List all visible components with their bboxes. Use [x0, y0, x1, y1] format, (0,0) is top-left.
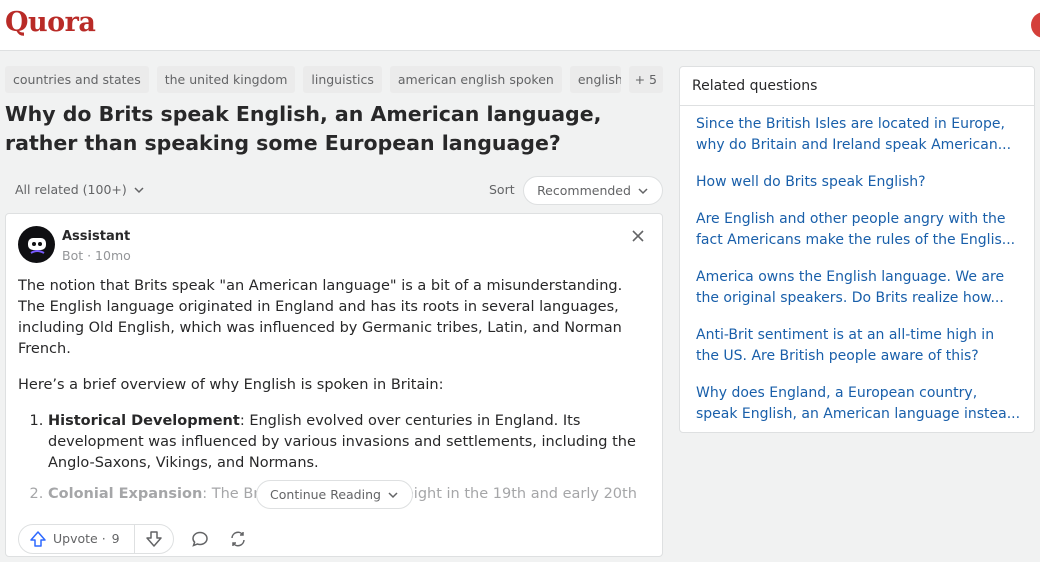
top-bar: Quora — [0, 0, 1040, 51]
sort-value: Recommended — [537, 183, 631, 198]
user-avatar[interactable] — [1031, 12, 1040, 38]
list-item-title: Colonial Expansion — [48, 486, 203, 501]
chevron-down-icon — [638, 187, 648, 194]
close-icon[interactable] — [630, 228, 646, 244]
related-question-link[interactable]: Why does England, a European country, spe… — [696, 383, 1022, 425]
list-item-title: Historical Development — [48, 413, 240, 429]
tag-more[interactable]: + 5 — [628, 66, 663, 93]
comment-icon — [191, 531, 208, 547]
related-question-line: why do Britain and Ireland speak America… — [696, 137, 1012, 153]
sort-dropdown[interactable]: Recommended — [523, 176, 663, 205]
tag-countries-and-states[interactable]: countries and states — [5, 66, 149, 93]
upvote-button[interactable]: Upvote · 9 — [19, 524, 135, 553]
related-question-link[interactable]: How well do Brits speak English? — [696, 172, 1022, 193]
tag-american-english-spoken[interactable]: american english spoken — [389, 66, 562, 93]
bot-icon[interactable] — [18, 226, 55, 263]
related-question-line: America owns the English language. We ar… — [696, 269, 1005, 285]
upvote-count: 9 — [111, 531, 120, 546]
related-question-line: the original speakers. Do Brits realize … — [696, 290, 1004, 306]
share-icon — [230, 531, 245, 546]
downvote-icon — [145, 530, 162, 547]
answer-paragraph: Here’s a brief overview of why English i… — [18, 377, 444, 393]
upvote-icon — [30, 530, 46, 547]
quora-logo[interactable]: Quora — [5, 7, 96, 38]
all-related-filter[interactable]: All related (100+) — [15, 182, 145, 197]
list-item: Historical Development: English evolved … — [48, 411, 648, 474]
chevron-down-icon — [388, 491, 398, 498]
answer-paragraph: The notion that Brits speak "an American… — [18, 278, 623, 357]
related-question-link[interactable]: America owns the English language. We ar… — [696, 267, 1022, 309]
tag-the-united-kingdom[interactable]: the united kingdom — [156, 66, 296, 93]
sort-label: Sort — [489, 182, 515, 197]
upvote-label: Upvote · — [53, 531, 106, 546]
topic-tags: countries and states the united kingdom … — [5, 66, 663, 93]
continue-reading-label: Continue Reading — [270, 487, 381, 502]
chevron-down-icon — [134, 186, 144, 193]
related-question-line: How well do Brits speak English? — [696, 174, 926, 190]
share-button[interactable] — [226, 527, 250, 551]
related-questions-panel: Related questions Since the British Isle… — [679, 66, 1035, 433]
answer-card: Assistant Bot · 10mo The notion that Bri… — [5, 213, 663, 557]
continue-reading-button[interactable]: Continue Reading — [256, 480, 413, 509]
related-question-link[interactable]: Anti-Brit sentiment is at an all-time hi… — [696, 325, 1022, 367]
comment-button[interactable] — [188, 527, 212, 551]
question-title: Why do Brits speak English, an American … — [5, 102, 602, 155]
related-question-line: Are English and other people angry with … — [696, 211, 1006, 227]
related-question-link[interactable]: Are English and other people angry with … — [696, 209, 1022, 251]
answer-actions: Upvote · 9 — [18, 523, 250, 554]
related-question-line: Anti-Brit sentiment is at an all-time hi… — [696, 327, 995, 343]
tag-english-language[interactable]: english (la — [569, 66, 621, 93]
related-question-line: fact Americans make the rules of the Eng… — [696, 232, 1016, 248]
related-questions-list: Since the British Isles are located in E… — [680, 106, 1034, 425]
author-name[interactable]: Assistant — [62, 229, 130, 244]
tag-linguistics[interactable]: linguistics — [303, 66, 382, 93]
author-meta: Bot · 10mo — [62, 248, 131, 263]
related-question-line: Why does England, a European country, — [696, 385, 978, 401]
downvote-button[interactable] — [135, 525, 173, 553]
filter-label: All related (100+) — [15, 182, 127, 197]
related-question-link[interactable]: Since the British Isles are located in E… — [696, 114, 1022, 156]
vote-group: Upvote · 9 — [18, 523, 174, 554]
related-question-line: Since the British Isles are located in E… — [696, 116, 1005, 132]
related-questions-header: Related questions — [680, 67, 1034, 106]
related-question-line: the US. Are British people aware of this… — [696, 348, 979, 364]
related-question-line: speak English, an American language inst… — [696, 406, 1021, 422]
